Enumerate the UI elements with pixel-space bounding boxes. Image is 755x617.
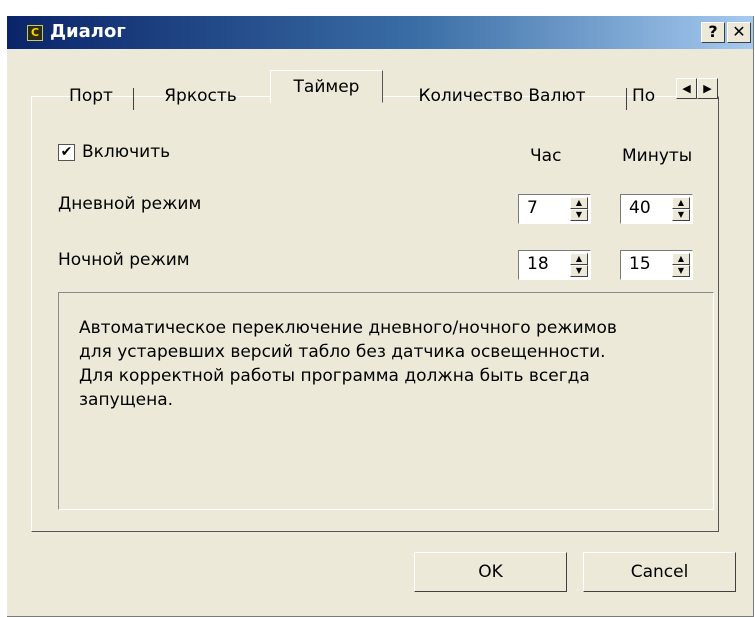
description-line: для устаревших версий табло без датчика … bbox=[79, 342, 606, 362]
tab-timer[interactable]: Таймер bbox=[270, 70, 383, 103]
spin-up-icon[interactable]: ▲ bbox=[672, 253, 690, 265]
spin-down-icon[interactable]: ▼ bbox=[570, 265, 588, 277]
spin-down-icon[interactable]: ▼ bbox=[672, 265, 690, 277]
spin-arrows: ▲ ▼ bbox=[672, 197, 690, 221]
description-text: Автоматическое переключение дневного/ноч… bbox=[79, 316, 709, 412]
enable-checkbox[interactable]: ✔ bbox=[58, 144, 75, 161]
day-minute-spinbox[interactable]: 40 ▲ ▼ bbox=[620, 194, 693, 224]
spin-down-icon[interactable]: ▼ bbox=[672, 209, 690, 221]
ok-button[interactable]: OK bbox=[414, 552, 567, 592]
night-hour-value[interactable]: 18 bbox=[527, 254, 549, 274]
window-title: Диалог bbox=[50, 21, 126, 42]
night-minute-value[interactable]: 15 bbox=[629, 254, 651, 274]
description-line: Автоматическое переключение дневного/ноч… bbox=[79, 318, 617, 338]
night-minute-spinbox[interactable]: 15 ▲ ▼ bbox=[620, 250, 693, 280]
tab-separator bbox=[626, 88, 627, 110]
cancel-button[interactable]: Cancel bbox=[583, 552, 736, 592]
close-button[interactable]: ✕ bbox=[727, 22, 751, 43]
spin-arrows: ▲ ▼ bbox=[672, 253, 690, 277]
spin-arrows: ▲ ▼ bbox=[570, 197, 588, 221]
day-hour-value[interactable]: 7 bbox=[527, 198, 538, 218]
tab-more[interactable]: По bbox=[632, 78, 672, 106]
tab-currency-count[interactable]: Количество Валют bbox=[389, 78, 615, 106]
spin-up-icon[interactable]: ▲ bbox=[570, 197, 588, 209]
day-mode-label: Дневной режим bbox=[58, 194, 202, 214]
app-icon: C bbox=[27, 25, 43, 41]
tab-scroll-right-button[interactable]: ▶ bbox=[697, 78, 718, 99]
spin-down-icon[interactable]: ▼ bbox=[570, 209, 588, 221]
day-hour-spinbox[interactable]: 7 ▲ ▼ bbox=[518, 194, 591, 224]
title-bar[interactable]: C Диалог ? ✕ bbox=[7, 16, 753, 49]
help-button[interactable]: ? bbox=[701, 22, 725, 43]
spin-up-icon[interactable]: ▲ bbox=[570, 253, 588, 265]
enable-label: Включить bbox=[82, 142, 171, 162]
tab-port[interactable]: Порт bbox=[55, 78, 127, 106]
spin-up-icon[interactable]: ▲ bbox=[672, 197, 690, 209]
description-line: запущена. bbox=[79, 390, 174, 410]
tab-brightness[interactable]: Яркость bbox=[138, 78, 263, 106]
night-mode-label: Ночной режим bbox=[58, 250, 190, 270]
night-hour-spinbox[interactable]: 18 ▲ ▼ bbox=[518, 250, 591, 280]
minute-header: Минуты bbox=[622, 146, 693, 166]
tab-separator bbox=[133, 88, 134, 110]
description-line: Для корректной работы программа должна б… bbox=[79, 366, 590, 386]
tab-scroll-left-button[interactable]: ◀ bbox=[676, 78, 697, 99]
spin-arrows: ▲ ▼ bbox=[570, 253, 588, 277]
day-minute-value[interactable]: 40 bbox=[629, 198, 651, 218]
hour-header: Час bbox=[530, 146, 562, 166]
